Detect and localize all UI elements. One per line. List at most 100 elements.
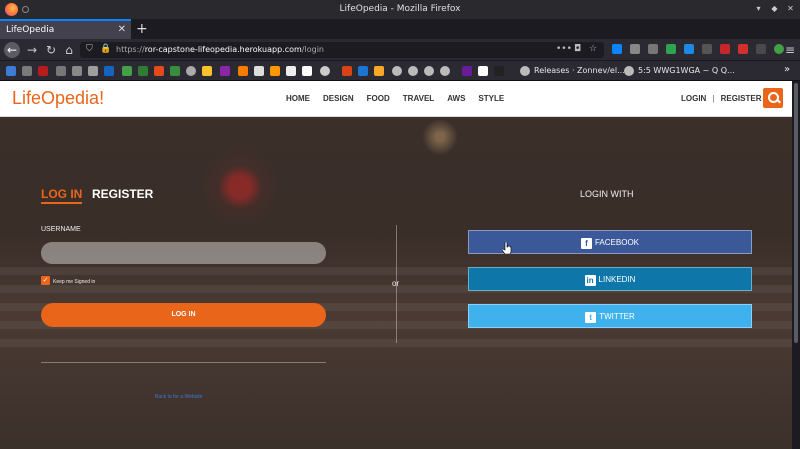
login-button[interactable]: LOG IN bbox=[41, 303, 326, 327]
hand-cursor-icon bbox=[502, 242, 512, 254]
globe-icon[interactable] bbox=[186, 66, 196, 76]
bookmark-9-icon[interactable] bbox=[138, 66, 148, 76]
menu-item-aws[interactable]: AWS bbox=[447, 94, 465, 103]
globe-icon[interactable] bbox=[408, 66, 418, 76]
bookmark-wwg[interactable]: 5:5 WWG1WGA ~ Q Q... bbox=[638, 66, 735, 75]
bookmarks-overflow-icon[interactable]: » bbox=[784, 64, 790, 75]
sidebar-icon[interactable] bbox=[648, 44, 658, 54]
bookmark-30-icon[interactable] bbox=[494, 66, 504, 76]
back-icon[interactable]: ← bbox=[4, 42, 20, 58]
header-login-link[interactable]: LOGIN bbox=[681, 94, 706, 103]
linkedin-login-button[interactable]: in LINKEDIN bbox=[468, 267, 752, 291]
bookmark-4-icon[interactable] bbox=[56, 66, 66, 76]
globe-icon[interactable] bbox=[424, 66, 434, 76]
url-path: /login bbox=[301, 45, 324, 54]
bookmark-7-icon[interactable] bbox=[104, 66, 114, 76]
auth-separator: | bbox=[712, 94, 715, 103]
login-with-heading: LOGIN WITH bbox=[580, 189, 634, 199]
back-to-website-link[interactable]: Back to for a Website bbox=[155, 394, 202, 400]
bookmark-6-icon[interactable] bbox=[88, 66, 98, 76]
search-icon[interactable] bbox=[763, 88, 783, 108]
twitter-icon: t bbox=[585, 312, 597, 323]
url-host: ror-capstone-lifeopedia.herokuapp.com bbox=[144, 45, 302, 54]
extension-1-icon[interactable] bbox=[666, 44, 676, 54]
url-prefix: https:// bbox=[116, 45, 145, 54]
bookmark-18-icon[interactable] bbox=[286, 66, 296, 76]
bookmark-22-icon[interactable] bbox=[358, 66, 368, 76]
facebook-label: FACEBOOK bbox=[594, 238, 639, 247]
scrollbar-thumb[interactable] bbox=[794, 83, 798, 343]
globe-icon[interactable] bbox=[520, 66, 530, 76]
bookmark-3-icon[interactable] bbox=[38, 66, 48, 76]
tab-label: LifeOpedia bbox=[6, 25, 55, 35]
bookmark-17-icon[interactable] bbox=[270, 66, 280, 76]
login-tab[interactable]: LOG IN bbox=[41, 187, 83, 204]
tab-close-icon[interactable]: ✕ bbox=[118, 24, 126, 35]
window-title: LifeOpedia - Mozilla Firefox bbox=[339, 4, 461, 14]
web-page: LifeOpedia! HOME DESIGN FOOD TRAVEL AWS … bbox=[0, 81, 792, 449]
auth-links: LOGIN | REGISTER bbox=[681, 94, 762, 103]
close-window-icon[interactable]: ✕ bbox=[785, 3, 796, 14]
bookmark-10-icon[interactable] bbox=[154, 66, 164, 76]
register-tab[interactable]: REGISTER bbox=[92, 187, 153, 201]
globe-icon[interactable] bbox=[624, 66, 634, 76]
extension-3-icon[interactable] bbox=[702, 44, 712, 54]
downloads-icon[interactable] bbox=[612, 44, 622, 54]
linkedin-icon: in bbox=[584, 275, 596, 286]
bookmark-5-icon[interactable] bbox=[72, 66, 82, 76]
bookmark-21-icon[interactable] bbox=[342, 66, 352, 76]
hero-background: LOG IN REGISTER USERNAME ✓ Keep me Signe… bbox=[0, 117, 792, 449]
bookmark-star-icon[interactable]: ☆ bbox=[589, 44, 597, 54]
header-register-link[interactable]: REGISTER bbox=[721, 94, 762, 103]
username-input[interactable] bbox=[41, 242, 326, 264]
page-scrollbar[interactable] bbox=[792, 81, 800, 449]
pocket-icon[interactable]: ◘ bbox=[574, 44, 581, 54]
bookmark-29-icon[interactable] bbox=[478, 66, 488, 76]
minimize-icon[interactable]: ▾ bbox=[753, 3, 764, 14]
keep-signed-in-checkbox[interactable]: ✓ bbox=[41, 276, 50, 285]
bookmark-19-icon[interactable] bbox=[302, 66, 312, 76]
form-divider bbox=[41, 362, 326, 363]
new-tab-icon[interactable]: + bbox=[136, 21, 148, 37]
tab-lifeopedia[interactable]: LifeOpedia ✕ bbox=[0, 19, 131, 39]
maximize-icon[interactable]: ◆ bbox=[769, 3, 780, 14]
site-header: LifeOpedia! HOME DESIGN FOOD TRAVEL AWS … bbox=[0, 81, 792, 117]
bookmark-11-icon[interactable] bbox=[170, 66, 180, 76]
bookmark-13-icon[interactable] bbox=[202, 66, 212, 76]
bookmark-15-icon[interactable] bbox=[238, 66, 248, 76]
or-label: or bbox=[392, 279, 400, 288]
bookmark-2-icon[interactable] bbox=[22, 66, 32, 76]
menu-item-food[interactable]: FOOD bbox=[367, 94, 390, 103]
bookmark-28-icon[interactable] bbox=[462, 66, 472, 76]
bookmark-16-icon[interactable] bbox=[254, 66, 264, 76]
menu-item-home[interactable]: HOME bbox=[286, 94, 310, 103]
twitter-login-button[interactable]: t TWITTER bbox=[468, 304, 752, 328]
forward-icon[interactable]: → bbox=[24, 42, 40, 58]
shield-icon[interactable]: ⛉ bbox=[86, 44, 93, 54]
username-label: USERNAME bbox=[41, 226, 81, 233]
extension-6-icon[interactable] bbox=[756, 44, 766, 54]
url-bar[interactable]: ⛉ 🔒 https://ror-capstone-lifeopedia.hero… bbox=[80, 42, 604, 58]
globe-icon[interactable] bbox=[392, 66, 402, 76]
extension-2-icon[interactable] bbox=[684, 44, 694, 54]
bookmark-8-icon[interactable] bbox=[122, 66, 132, 76]
globe-icon[interactable] bbox=[320, 66, 330, 76]
library-icon[interactable] bbox=[630, 44, 640, 54]
lock-icon[interactable]: 🔒 bbox=[100, 44, 111, 54]
page-actions-icon[interactable]: ••• bbox=[556, 44, 572, 54]
reload-icon[interactable]: ↻ bbox=[43, 42, 59, 58]
bookmark-23-icon[interactable] bbox=[374, 66, 384, 76]
extension-5-icon[interactable] bbox=[738, 44, 748, 54]
menu-item-design[interactable]: DESIGN bbox=[323, 94, 354, 103]
menu-icon[interactable]: ≡ bbox=[782, 42, 798, 58]
bookmark-1-icon[interactable] bbox=[6, 66, 16, 76]
globe-icon[interactable] bbox=[440, 66, 450, 76]
menu-item-travel[interactable]: TRAVEL bbox=[403, 94, 434, 103]
ublock-icon[interactable] bbox=[720, 44, 730, 54]
home-icon[interactable]: ⌂ bbox=[61, 42, 77, 58]
site-logo[interactable]: LifeOpedia! bbox=[12, 88, 104, 109]
window-titlebar: LifeOpedia - Mozilla Firefox ▾ ◆ ✕ bbox=[0, 0, 800, 19]
menu-item-style[interactable]: STYLE bbox=[478, 94, 504, 103]
bookmark-releases[interactable]: Releases · Zonnev/el... bbox=[534, 66, 625, 75]
bookmark-14-icon[interactable] bbox=[220, 66, 230, 76]
